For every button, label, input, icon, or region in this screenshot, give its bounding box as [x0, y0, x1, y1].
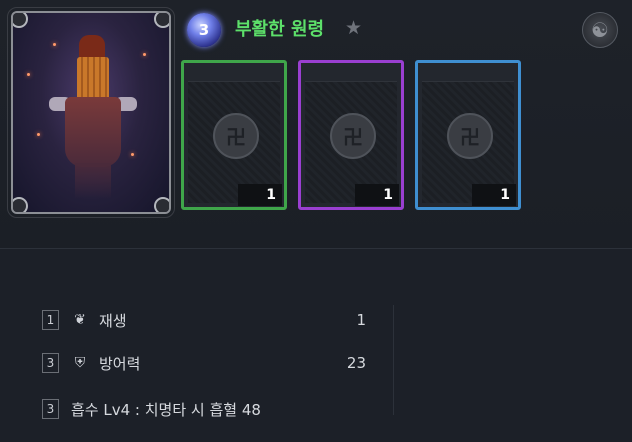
slot-count: 1	[238, 184, 282, 206]
gear-icon[interactable]: ☯	[582, 12, 618, 48]
frame-ornament	[13, 197, 28, 212]
stat-label: 재생	[99, 311, 127, 330]
stat-count: 1	[42, 310, 59, 330]
emblem-icon: 卍	[330, 112, 376, 159]
monster-portrait[interactable]	[7, 7, 175, 218]
stat-label: 방어력	[99, 354, 141, 373]
equipment-slot-3[interactable]: 卍 1	[415, 60, 521, 210]
lantern-light	[37, 133, 40, 136]
emblem-icon: 卍	[447, 112, 493, 159]
lantern-light	[131, 153, 134, 156]
stat-value: 23	[346, 354, 366, 372]
slot-count: 1	[355, 184, 399, 206]
figure-legs	[75, 163, 111, 199]
stat-row-defense: 3 ⛨ 방어력 23	[42, 352, 366, 374]
frame-ornament	[13, 13, 28, 28]
frame-ornament	[154, 13, 169, 28]
stat-count: 3	[42, 399, 59, 419]
equipment-slot-2[interactable]: 卍 1	[298, 60, 404, 210]
stat-row-regen: 1 ❦ 재생 1	[42, 309, 366, 331]
divider	[393, 305, 394, 415]
frame-ornament	[154, 197, 169, 212]
lantern-light	[143, 53, 146, 56]
card-title: 부활한 원령	[235, 19, 325, 40]
shield-icon: ⛨	[74, 355, 86, 371]
stat-value: 1	[356, 311, 366, 329]
equipment-slot-1[interactable]: 卍 1	[181, 60, 287, 210]
sprout-icon: ❦	[74, 312, 86, 328]
emblem-icon: 卍	[213, 112, 259, 159]
slot-count: 1	[472, 184, 516, 206]
lantern-light	[53, 43, 56, 46]
figure-body	[65, 97, 121, 167]
lantern-light	[27, 73, 30, 76]
figure-face	[77, 57, 109, 101]
card-header-panel: 3 부활한 원령 ★ ☯ 卍 1 卍 1 卍 1	[0, 0, 632, 249]
stat-label: 흡수 Lv4 : 치명타 시 흡혈 48	[71, 400, 261, 419]
stat-count: 3	[42, 353, 59, 373]
star-icon[interactable]: ★	[345, 17, 362, 39]
level-badge: 3	[187, 13, 221, 47]
stat-row-absorb: 3 흡수 Lv4 : 치명타 시 흡혈 48	[42, 398, 366, 420]
